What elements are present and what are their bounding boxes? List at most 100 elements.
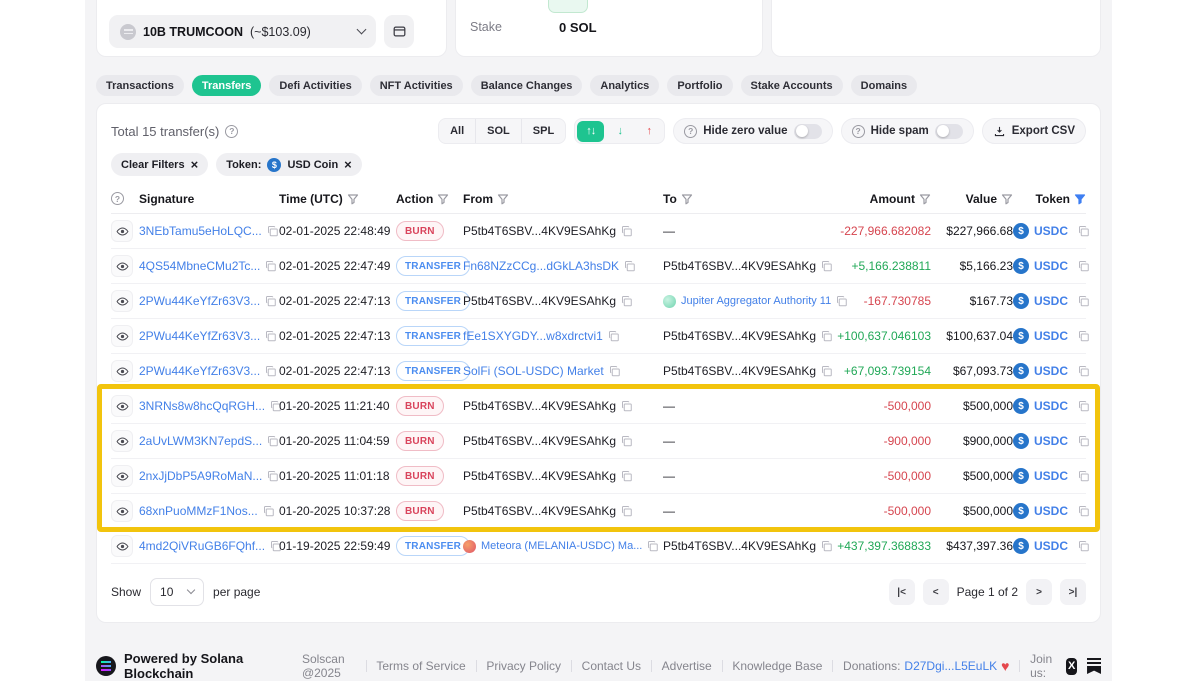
copy-icon[interactable]: [647, 540, 659, 552]
copy-icon[interactable]: [267, 435, 279, 447]
copy-icon[interactable]: [1078, 540, 1090, 552]
copy-icon[interactable]: [609, 365, 621, 377]
copy-icon[interactable]: [1078, 505, 1090, 517]
signature-link[interactable]: 2PWu44KeYfZr63V3...: [139, 294, 260, 308]
funnel-icon[interactable]: [919, 193, 931, 205]
portfolio-view-button[interactable]: [384, 15, 414, 48]
tab-analytics[interactable]: Analytics: [590, 75, 660, 96]
copy-icon[interactable]: [621, 295, 633, 307]
preview-eye-button[interactable]: [111, 500, 133, 522]
to-link[interactable]: Jupiter Aggregator Authority 11: [681, 295, 831, 307]
tab-stake-accounts[interactable]: Stake Accounts: [740, 75, 843, 96]
funnel-icon[interactable]: [681, 193, 693, 205]
toggle-switch[interactable]: [934, 123, 963, 139]
funnel-icon[interactable]: [347, 193, 359, 205]
signature-link[interactable]: 68xnPuoMMzF1Nos...: [139, 504, 258, 518]
close-icon[interactable]: ×: [191, 158, 199, 171]
toggle-switch[interactable]: [793, 123, 822, 139]
filter-all-button[interactable]: All: [439, 119, 477, 143]
copy-icon[interactable]: [821, 330, 833, 342]
from-link[interactable]: Meteora (MELANIA-USDC) Ma...: [481, 540, 642, 552]
signature-link[interactable]: 2aUvLWM3KN7epdS...: [139, 434, 262, 448]
preview-eye-button[interactable]: [111, 325, 133, 347]
next-page-button[interactable]: >: [1026, 579, 1052, 605]
copy-icon[interactable]: [1078, 435, 1090, 447]
hide-spam-toggle[interactable]: ? Hide spam: [840, 118, 974, 144]
footer-link-knowledge-base[interactable]: Knowledge Base: [732, 659, 822, 673]
token-link[interactable]: USDC: [1034, 434, 1068, 448]
tab-transfers[interactable]: Transfers: [191, 75, 262, 96]
copy-icon[interactable]: [1078, 225, 1090, 237]
close-icon[interactable]: ×: [344, 158, 352, 171]
token-link[interactable]: USDC: [1034, 399, 1068, 413]
preview-eye-button[interactable]: [111, 535, 133, 557]
token-holdings-select[interactable]: 10B TRUMCOON (~$103.09): [109, 15, 376, 48]
copy-icon[interactable]: [621, 400, 633, 412]
copy-icon[interactable]: [608, 330, 620, 342]
copy-icon[interactable]: [263, 505, 275, 517]
signature-link[interactable]: 4md2QiVRuGB6FQhf...: [139, 539, 265, 553]
token-filter-chip[interactable]: Token: $ USD Coin ×: [216, 153, 362, 176]
copy-icon[interactable]: [265, 365, 277, 377]
token-link[interactable]: USDC: [1034, 329, 1068, 343]
copy-icon[interactable]: [621, 435, 633, 447]
token-link[interactable]: USDC: [1034, 539, 1068, 553]
copy-icon[interactable]: [621, 225, 633, 237]
copy-icon[interactable]: [821, 365, 833, 377]
preview-eye-button[interactable]: [111, 430, 133, 452]
funnel-icon[interactable]: [437, 193, 449, 205]
page-size-select[interactable]: 10: [150, 578, 205, 606]
signature-link[interactable]: 4QS54MbneCMu2Tc...: [139, 259, 260, 273]
preview-eye-button[interactable]: [111, 360, 133, 382]
copy-icon[interactable]: [1078, 400, 1090, 412]
tab-domains[interactable]: Domains: [850, 75, 918, 96]
tab-defi-activities[interactable]: Defi Activities: [269, 75, 362, 96]
funnel-icon-active[interactable]: [1074, 193, 1086, 205]
last-page-button[interactable]: >|: [1060, 579, 1086, 605]
copy-icon[interactable]: [267, 225, 279, 237]
first-page-button[interactable]: |<: [888, 579, 915, 605]
copy-icon[interactable]: [624, 260, 636, 272]
signature-link[interactable]: 2nxJjDbP5A9RoMaN...: [139, 469, 262, 483]
sort-out-button[interactable]: ↑: [635, 121, 662, 142]
preview-eye-button[interactable]: [111, 220, 133, 242]
export-csv-button[interactable]: Export CSV: [981, 118, 1086, 144]
signature-link[interactable]: 2PWu44KeYfZr63V3...: [139, 364, 260, 378]
sort-in-button[interactable]: ↓: [606, 121, 633, 142]
clear-filters-chip[interactable]: Clear Filters ×: [111, 153, 209, 176]
signature-link[interactable]: 3NRNs8w8hcQqRGH...: [139, 399, 265, 413]
copy-icon[interactable]: [1078, 330, 1090, 342]
substack-icon[interactable]: [1087, 658, 1102, 674]
sort-both-button[interactable]: ↑↓: [577, 120, 605, 142]
footer-link-privacy[interactable]: Privacy Policy: [486, 659, 561, 673]
tab-balance-changes[interactable]: Balance Changes: [470, 75, 583, 96]
footer-link-contact[interactable]: Contact Us: [582, 659, 641, 673]
footer-link-advertise[interactable]: Advertise: [662, 659, 712, 673]
copy-icon[interactable]: [267, 470, 279, 482]
token-link[interactable]: USDC: [1034, 294, 1068, 308]
preview-eye-button[interactable]: [111, 255, 133, 277]
token-link[interactable]: USDC: [1034, 364, 1068, 378]
copy-icon[interactable]: [821, 540, 833, 552]
copy-icon[interactable]: [1078, 365, 1090, 377]
from-link[interactable]: fEe1SXYGDY...w8xdrctvi1: [463, 329, 603, 343]
info-icon[interactable]: ?: [225, 124, 239, 138]
token-link[interactable]: USDC: [1034, 259, 1068, 273]
x-twitter-icon[interactable]: X: [1066, 657, 1078, 675]
copy-icon[interactable]: [1078, 295, 1090, 307]
token-link[interactable]: USDC: [1034, 469, 1068, 483]
hide-zero-value-toggle[interactable]: ? Hide zero value: [673, 118, 833, 144]
filter-spl-button[interactable]: SPL: [522, 119, 565, 143]
copy-icon[interactable]: [265, 330, 277, 342]
copy-icon[interactable]: [821, 260, 833, 272]
token-link[interactable]: USDC: [1034, 504, 1068, 518]
from-link[interactable]: SolFi (SOL-USDC) Market: [463, 364, 604, 378]
tab-nft-activities[interactable]: NFT Activities: [369, 75, 463, 96]
signature-link[interactable]: 2PWu44KeYfZr63V3...: [139, 329, 260, 343]
token-link[interactable]: USDC: [1034, 224, 1068, 238]
preview-eye-button[interactable]: [111, 395, 133, 417]
copy-icon[interactable]: [1078, 470, 1090, 482]
footer-link-terms[interactable]: Terms of Service: [376, 659, 465, 673]
tab-transactions[interactable]: Transactions: [96, 75, 184, 96]
funnel-icon[interactable]: [497, 193, 509, 205]
